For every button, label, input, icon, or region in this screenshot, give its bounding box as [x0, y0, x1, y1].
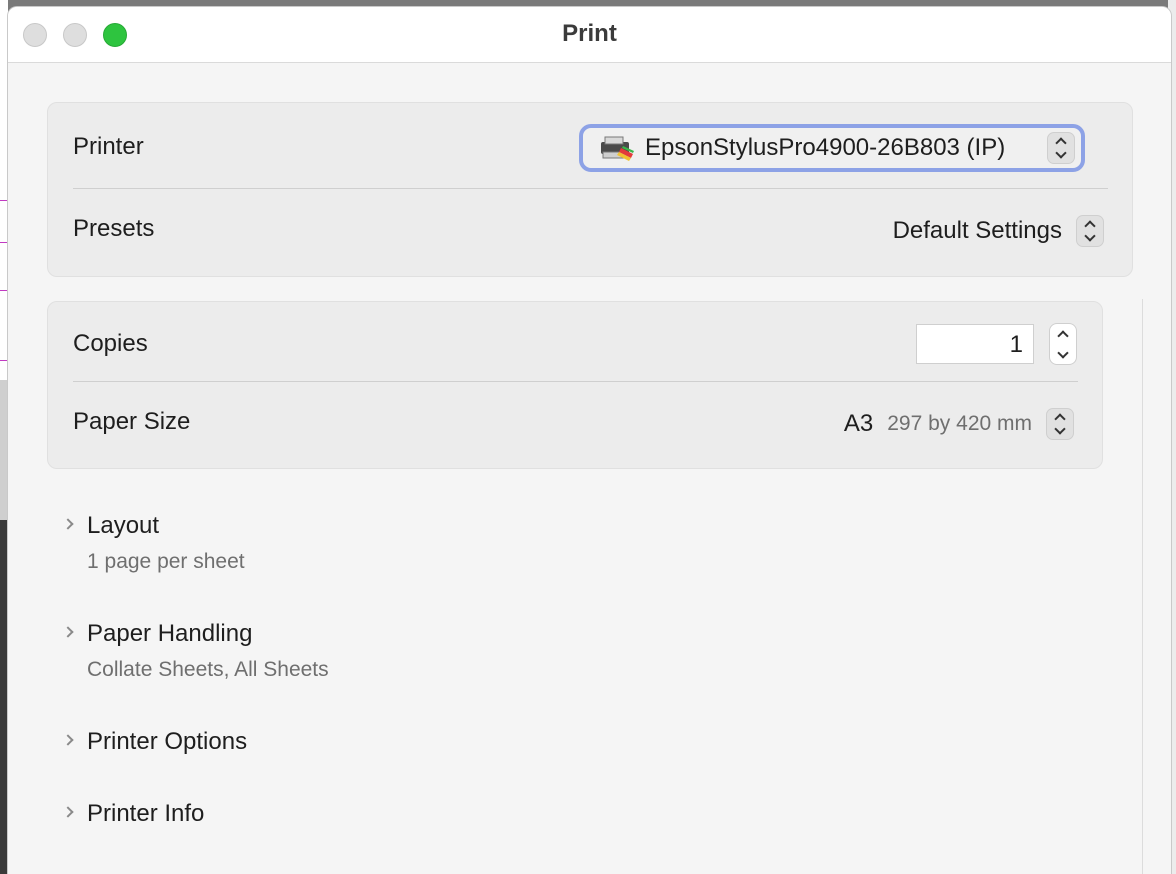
copies-label: Copies: [73, 330, 148, 357]
copies-stepper[interactable]: [1049, 323, 1077, 365]
section-title: Paper Handling: [87, 620, 253, 647]
copies-field[interactable]: 1: [916, 324, 1034, 364]
section-paper-handling[interactable]: Paper Handling Collate Sheets, All Sheet…: [62, 620, 462, 690]
section-title: Printer Options: [87, 728, 248, 755]
printer-presets-group: Printer EpsonStylusPro4900-26B803 (IP) P…: [47, 102, 1133, 277]
section-layout[interactable]: Layout 1 page per sheet: [62, 512, 462, 582]
copies-paper-group: Copies 1 Paper Size A3 297 by 420 mm: [47, 301, 1103, 469]
printer-name: EpsonStylusPro4900-26B803 (IP): [645, 134, 1006, 161]
paper-size-dimensions: 297 by 420 mm: [887, 412, 1032, 435]
popup-arrows-icon: [1047, 132, 1075, 164]
paper-size-label: Paper Size: [73, 408, 191, 435]
section-subtitle: Collate Sheets, All Sheets: [87, 658, 329, 681]
increment-icon[interactable]: [1057, 329, 1069, 342]
section-title: Printer Info: [87, 800, 205, 827]
window-title: Print: [562, 20, 617, 47]
popup-arrows-icon: [1046, 408, 1074, 440]
divider: [73, 188, 1108, 189]
paper-size-popup[interactable]: A3 297 by 420 mm: [844, 406, 1074, 442]
panel-edge: [1142, 299, 1143, 874]
presets-value: Default Settings: [892, 217, 1062, 244]
disclosure-chevron-icon[interactable]: [62, 734, 74, 746]
disclosure-chevron-icon[interactable]: [62, 626, 74, 638]
disclosure-chevron-icon[interactable]: [62, 806, 74, 818]
decrement-icon[interactable]: [1057, 346, 1069, 359]
section-printer-options[interactable]: Printer Options: [62, 728, 462, 764]
section-printer-info[interactable]: Printer Info: [62, 800, 462, 836]
presets-popup[interactable]: Default Settings: [893, 213, 1104, 249]
printer-icon: [599, 134, 635, 162]
paper-size-name: A3: [843, 410, 874, 437]
printer-popup[interactable]: EpsonStylusPro4900-26B803 (IP): [579, 124, 1085, 172]
section-title: Layout: [87, 512, 160, 539]
divider: [73, 381, 1078, 382]
print-dialog: Print Printer EpsonStylusPro4900-26B803 …: [7, 6, 1172, 874]
titlebar: Print: [8, 7, 1171, 63]
disclosure-chevron-icon[interactable]: [62, 518, 74, 530]
section-subtitle: 1 page per sheet: [87, 550, 245, 573]
printer-label: Printer: [73, 133, 144, 160]
presets-label: Presets: [73, 215, 155, 242]
popup-arrows-icon: [1076, 215, 1104, 247]
